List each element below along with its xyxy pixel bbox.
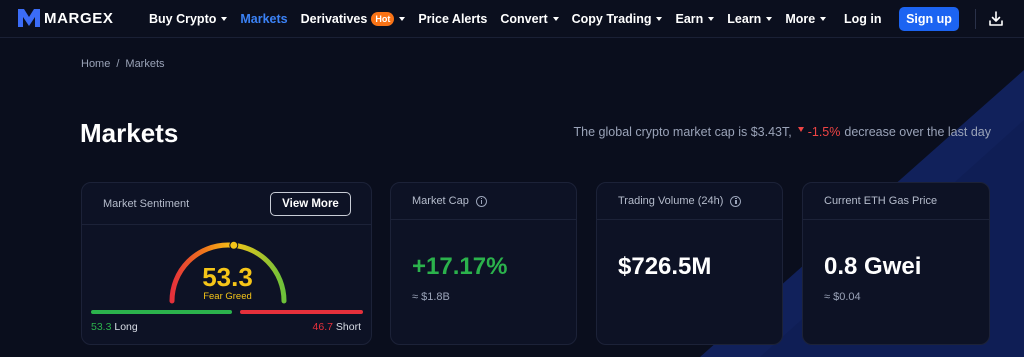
short-value: 46.7 [312, 321, 333, 333]
eth-gas-sub: ≈ $0.04 [824, 291, 861, 303]
nav-label: Price Alerts [418, 12, 488, 26]
chevron-down-icon [766, 17, 773, 21]
market-cap-card: Market Cap +17.17% ≈ $1.8B [390, 182, 577, 345]
nav-item-price-alerts[interactable]: Price Alerts [418, 12, 487, 26]
breadcrumb-home[interactable]: Home [81, 58, 110, 70]
summary-suffix: decrease over the last day [844, 125, 991, 139]
down-arrow-icon [797, 126, 804, 132]
long-label: Long [114, 321, 138, 333]
chevron-down-icon [656, 17, 663, 21]
breadcrumb: Home / Markets [81, 58, 171, 70]
sentiment-value: 53.3 [202, 262, 253, 292]
trading-volume-label-text: Trading Volume (24h) [618, 195, 724, 207]
main-menu: Buy Crypto Markets Derivatives Hot Price… [149, 0, 839, 38]
nav-label: Markets [240, 12, 288, 26]
long-ratio-text: 53.3 Long [91, 321, 138, 333]
long-ratio-bar [91, 310, 232, 314]
short-ratio-bar [240, 310, 363, 314]
eth-gas-header: Current ETH Gas Price [803, 183, 989, 220]
market-cap-label-text: Market Cap [412, 195, 469, 207]
margex-logo-icon [18, 9, 40, 27]
trading-volume-value: $726.5M [618, 253, 712, 280]
gauge-indicator [229, 240, 239, 250]
nav-item-buy-crypto[interactable]: Buy Crypto [149, 12, 228, 26]
chevron-down-icon [708, 17, 715, 21]
eth-gas-value: 0.8 Gwei [824, 253, 922, 280]
sentiment-card-header: Market Sentiment View More [82, 183, 371, 225]
summary-change: -1.5% [807, 125, 841, 139]
trading-volume-label: Trading Volume (24h) [618, 195, 742, 207]
nav-item-convert[interactable]: Convert [500, 12, 559, 26]
nav-label: Learn [727, 12, 762, 26]
info-icon[interactable] [730, 195, 742, 207]
market-sentiment-card: Market Sentiment View More 53.3 Fear Gre… [81, 182, 372, 345]
eth-gas-label: Current ETH Gas Price [824, 195, 938, 207]
trading-volume-card: Trading Volume (24h) $726.5M [596, 182, 783, 345]
chevron-down-icon [399, 17, 406, 21]
top-nav: MARGEX Buy Crypto Markets Derivatives Ho… [0, 0, 1024, 38]
view-more-button[interactable]: View More [270, 192, 351, 216]
nav-item-copy-trading[interactable]: Copy Trading [572, 12, 663, 26]
chevron-down-icon [820, 17, 827, 21]
trading-volume-header: Trading Volume (24h) [597, 183, 782, 220]
nav-item-more[interactable]: More [785, 12, 827, 26]
summary-prefix: The global crypto market cap is $3.43T, [573, 125, 792, 139]
breadcrumb-separator: / [116, 58, 120, 70]
page-title: Markets [80, 118, 179, 148]
market-cap-label: Market Cap [412, 195, 487, 207]
nav-item-learn[interactable]: Learn [727, 12, 773, 26]
short-ratio-text: 46.7 Short [313, 321, 361, 333]
sentiment-caption: Fear Greed [203, 291, 252, 302]
login-button[interactable]: Log in [844, 12, 882, 26]
market-cap-value: +17.17% [412, 253, 508, 280]
nav-item-derivatives[interactable]: Derivatives Hot [301, 12, 406, 26]
brand-name: MARGEX [44, 9, 114, 27]
nav-label: More [785, 12, 816, 26]
hot-badge: Hot [371, 12, 395, 26]
market-cap-summary: The global crypto market cap is $3.43T, … [574, 125, 991, 139]
long-value: 53.3 [91, 321, 112, 333]
info-icon[interactable] [475, 195, 487, 207]
short-label: Short [335, 321, 361, 333]
nav-label: Earn [675, 12, 704, 26]
nav-label: Copy Trading [571, 12, 652, 26]
nav-item-markets[interactable]: Markets [240, 12, 287, 26]
nav-divider [975, 9, 976, 29]
brand-logo[interactable]: MARGEX [18, 9, 113, 27]
chevron-down-icon [221, 17, 228, 21]
signup-button[interactable]: Sign up [899, 7, 959, 31]
download-icon[interactable] [988, 11, 1004, 27]
nav-item-earn[interactable]: Earn [675, 12, 715, 26]
nav-label: Buy Crypto [149, 12, 217, 26]
breadcrumb-current: Markets [125, 58, 165, 70]
sentiment-label: Market Sentiment [103, 198, 190, 210]
nav-label: Derivatives [300, 12, 368, 26]
nav-label: Convert [500, 12, 548, 26]
eth-gas-card: Current ETH Gas Price 0.8 Gwei ≈ $0.04 [802, 182, 990, 345]
market-cap-header: Market Cap [391, 183, 576, 220]
market-cap-sub: ≈ $1.8B [412, 291, 450, 303]
chevron-down-icon [552, 17, 559, 21]
